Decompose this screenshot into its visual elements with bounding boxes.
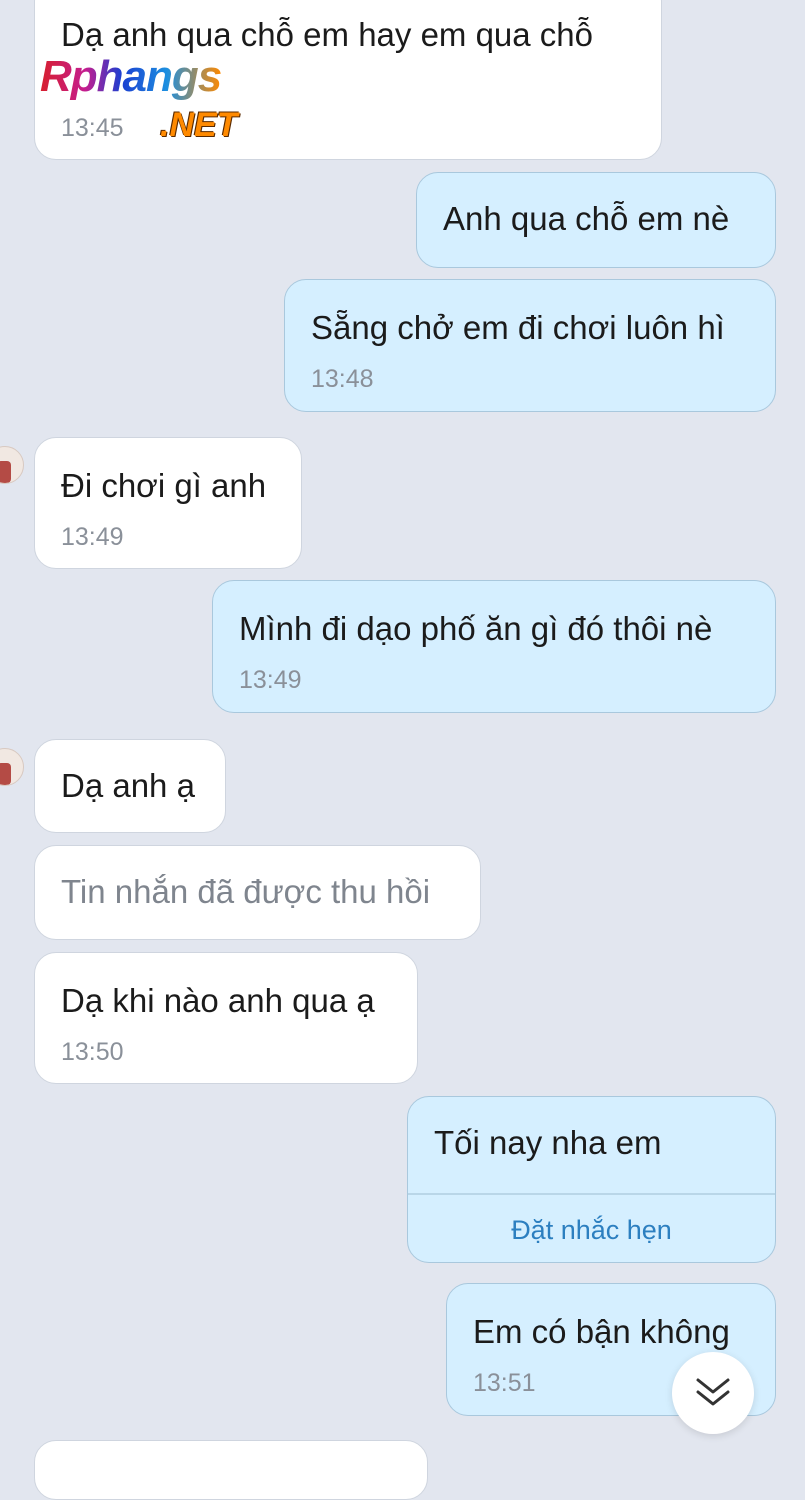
message-text: Tin nhắn đã được thu hồi — [61, 873, 431, 910]
watermark-sub: .NET — [160, 106, 238, 144]
message-text: Anh qua chỗ em nè — [443, 200, 730, 237]
message-time: 13:51 — [473, 1369, 536, 1397]
message-incoming[interactable] — [34, 1440, 428, 1500]
message-time: 13:49 — [61, 523, 124, 551]
message-time: 13:50 — [61, 1038, 124, 1066]
message-incoming[interactable]: Đi chơi gì anh 13:49 — [34, 437, 302, 569]
message-text: Dạ khi nào anh qua ạ — [61, 982, 375, 1019]
message-time: 13:49 — [239, 666, 302, 694]
message-incoming[interactable]: Dạ khi nào anh qua ạ 13:50 — [34, 952, 418, 1084]
message-outgoing[interactable]: Tối nay nha em Đặt nhắc hẹn — [407, 1096, 776, 1263]
message-outgoing[interactable]: Sẵng chở em đi chơi luôn hì 13:48 — [284, 279, 776, 412]
message-recalled[interactable]: Tin nhắn đã được thu hồi — [34, 845, 481, 940]
message-text: Tối nay nha em — [434, 1124, 662, 1161]
message-text: Sẵng chở em đi chơi luôn hì — [311, 309, 725, 346]
message-text: Em có bận không — [473, 1313, 730, 1350]
message-text: Dạ anh ạ — [61, 767, 195, 804]
message-text: Đi chơi gì anh — [61, 467, 267, 504]
message-text: Mình đi dạo phố ăn gì đó thôi nè — [239, 610, 713, 647]
message-outgoing[interactable]: Mình đi dạo phố ăn gì đó thôi nè 13:49 — [212, 580, 776, 713]
message-outgoing[interactable]: Anh qua chỗ em nè — [416, 172, 776, 268]
message-text: Dạ anh qua chỗ em hay em qua chỗ — [61, 16, 594, 53]
contact-avatar[interactable] — [0, 748, 24, 786]
divider — [408, 1193, 775, 1195]
double-chevron-down-icon — [696, 1378, 730, 1406]
contact-avatar[interactable] — [0, 446, 24, 484]
message-incoming[interactable]: Dạ anh ạ — [34, 739, 226, 833]
watermark-main: Rphangs — [40, 52, 222, 101]
set-reminder-button[interactable]: Đặt nhắc hẹn — [408, 1215, 775, 1246]
scroll-to-bottom-button[interactable] — [672, 1352, 754, 1434]
watermark-logo: Rphangs .NET — [40, 52, 300, 144]
message-time: 13:48 — [311, 365, 374, 393]
